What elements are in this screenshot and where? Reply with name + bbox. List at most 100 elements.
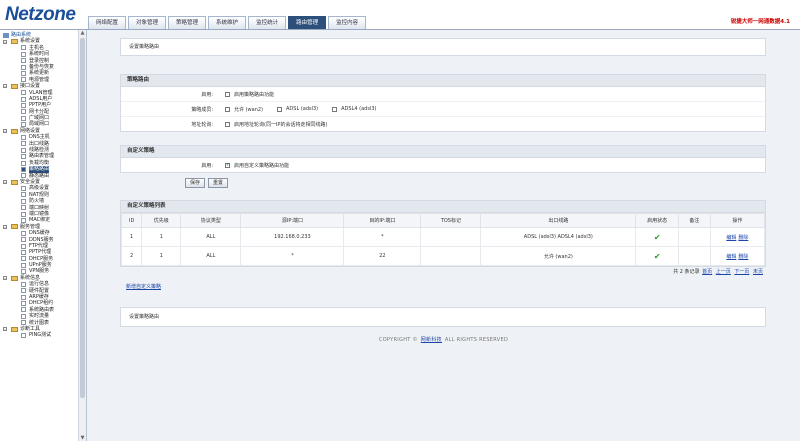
member-label-2: ADSL (adsl3) bbox=[286, 106, 319, 112]
member-checkbox-3[interactable] bbox=[332, 106, 338, 112]
cell-proto: ALL bbox=[180, 227, 242, 247]
cell-actions: 编辑 删除 bbox=[709, 246, 766, 266]
main-content: 设置策略路由 策略路由 启用: 启用策略路由功能 策略成员: 允许 (wan2)… bbox=[87, 30, 800, 441]
tab-network[interactable]: 网络配置 bbox=[88, 16, 127, 29]
policy-table: ID 优先级 协议类型 源IP:端口 目的IP:端口 TOS标记 出口线路 启用状态 备注 操作 … bbox=[120, 213, 766, 266]
scroll-thumb[interactable] bbox=[80, 38, 85, 398]
cell-dst: 22 bbox=[343, 246, 422, 266]
cell-line: ADSL (adsl3) ADSL4 (adsl3) bbox=[480, 227, 637, 247]
page-icon bbox=[21, 134, 26, 140]
delete-link[interactable]: 删除 bbox=[738, 254, 748, 260]
edit-link[interactable]: 编辑 bbox=[726, 235, 736, 241]
tab-monitor-content[interactable]: 监控内容 bbox=[328, 16, 367, 29]
check-icon[interactable]: ✔ bbox=[654, 252, 661, 261]
pager-last[interactable]: 末页 bbox=[753, 269, 763, 275]
policy-list-header: 自定义策略列表 bbox=[121, 201, 765, 213]
edit-link[interactable]: 编辑 bbox=[726, 254, 736, 260]
policy-route-panel: 策略路由 启用: 启用策略路由功能 策略成员: 允许 (wan2) ADSL (… bbox=[120, 74, 766, 132]
collapse-icon[interactable]: - bbox=[3, 180, 7, 185]
cell-src: * bbox=[240, 246, 345, 266]
scroll-up-icon[interactable]: ▲ bbox=[80, 30, 85, 36]
cell-status: ✔ bbox=[635, 227, 680, 247]
page-icon bbox=[21, 192, 26, 198]
column-header: 源IP:端口 bbox=[240, 213, 345, 228]
pager-prev[interactable]: 上一页 bbox=[716, 269, 731, 275]
header: Netzone 网络配置 对象管理 策略管理 系统维护 监控统计 路由管理 监控… bbox=[0, 0, 800, 30]
page-icon bbox=[21, 154, 26, 160]
pager-next[interactable]: 下一页 bbox=[734, 269, 749, 275]
member-label-3: ADSL4 (adsl3) bbox=[341, 106, 377, 112]
cell-prio: 1 bbox=[141, 246, 182, 266]
collapse-icon[interactable]: - bbox=[3, 327, 7, 332]
page-icon bbox=[21, 281, 26, 287]
collapse-icon[interactable]: - bbox=[3, 224, 7, 229]
page-icon bbox=[21, 333, 26, 339]
page-icon bbox=[21, 301, 26, 307]
scroll-down-icon[interactable]: ▼ bbox=[80, 435, 85, 441]
tab-maintenance[interactable]: 系统维护 bbox=[208, 16, 247, 29]
folder-icon bbox=[11, 179, 18, 185]
bottom-title: 设置策略路由 bbox=[129, 314, 160, 320]
collapse-icon[interactable]: - bbox=[3, 276, 7, 281]
form-buttons: 保存 重置 bbox=[185, 178, 229, 188]
page-title: 设置策略路由 bbox=[129, 44, 160, 50]
copyright: COPYRIGHT © 网新科技 ALL RIGHTS RESERVED bbox=[87, 336, 800, 343]
addr-poll-checkbox[interactable] bbox=[225, 121, 230, 127]
addr-poll-text: 启用地址轮询(同一IP的会话将走相同线路) bbox=[234, 121, 328, 128]
column-header: 协议类型 bbox=[180, 213, 242, 228]
pager-summary: 共 2 条记录 bbox=[673, 269, 700, 275]
copyright-link[interactable]: 网新科技 bbox=[421, 337, 442, 343]
column-header: 目的IP:端口 bbox=[343, 213, 422, 228]
page-icon bbox=[21, 45, 26, 51]
collapse-icon[interactable]: - bbox=[3, 129, 7, 134]
cell-tos bbox=[420, 246, 482, 266]
enable-policy-checkbox[interactable] bbox=[225, 91, 230, 97]
custom-enable-label: 启用: bbox=[201, 162, 213, 169]
member-checkbox-2[interactable] bbox=[277, 106, 282, 112]
save-button[interactable]: 保存 bbox=[185, 178, 206, 188]
cell-tos bbox=[420, 227, 482, 247]
folder-icon bbox=[11, 39, 18, 45]
collapse-icon[interactable]: - bbox=[3, 39, 7, 44]
copyright-prefix: COPYRIGHT © bbox=[378, 337, 418, 343]
page-icon bbox=[21, 166, 26, 172]
pager-first[interactable]: 首页 bbox=[702, 269, 712, 275]
page-icon bbox=[21, 218, 26, 224]
page-icon bbox=[21, 147, 26, 153]
tab-routing[interactable]: 路由管理 bbox=[288, 16, 327, 29]
member-label-1: 允许 (wan2) bbox=[234, 106, 263, 113]
cell-status: ✔ bbox=[635, 246, 680, 266]
enable-custom-checkbox[interactable]: ✓ bbox=[225, 162, 230, 168]
page-icon bbox=[21, 115, 26, 121]
addr-label: 地址轮询: bbox=[191, 121, 213, 128]
delete-link[interactable]: 删除 bbox=[738, 235, 748, 241]
member-checkbox-1[interactable] bbox=[225, 106, 230, 112]
collapse-icon[interactable]: - bbox=[3, 84, 7, 89]
cell-note bbox=[678, 246, 711, 266]
policy-route-header: 策略路由 bbox=[121, 75, 765, 87]
sidebar: 路由系统 - 系统设置 主机名 系统时间 登录控制 备份与恢复 系统更新 电源管理 - 接口设置 V… bbox=[0, 30, 87, 441]
page-icon bbox=[21, 141, 26, 147]
sidebar-scrollbar[interactable]: ▲ ▼ bbox=[78, 30, 86, 441]
nav-tree: 路由系统 - 系统设置 主机名 系统时间 登录控制 备份与恢复 系统更新 电源管理 - 接口设置 V… bbox=[3, 32, 78, 339]
sidebar-item[interactable]: PING测试 bbox=[3, 332, 78, 338]
tab-monitor-stats[interactable]: 监控统计 bbox=[248, 16, 287, 29]
column-header: 备注 bbox=[678, 213, 711, 228]
add-policy-link[interactable]: 新增自定义策略 bbox=[126, 283, 161, 290]
column-header: ID bbox=[120, 213, 143, 228]
tab-policy[interactable]: 策略管理 bbox=[168, 16, 207, 29]
page-title-box: 设置策略路由 bbox=[120, 38, 766, 56]
page-icon bbox=[21, 71, 26, 77]
reset-button[interactable]: 重置 bbox=[208, 178, 229, 188]
cell-id: 2 bbox=[120, 246, 143, 266]
page-icon bbox=[21, 160, 26, 166]
copyright-suffix: ALL RIGHTS RESERVED bbox=[444, 337, 509, 343]
check-icon[interactable]: ✔ bbox=[654, 233, 661, 242]
page-icon bbox=[21, 288, 26, 294]
page-icon bbox=[21, 90, 26, 96]
tab-objects[interactable]: 对象管理 bbox=[128, 16, 167, 29]
column-header: 操作 bbox=[709, 213, 766, 228]
page-icon bbox=[21, 320, 26, 326]
folder-icon bbox=[11, 326, 18, 332]
bottom-title-box: 设置策略路由 bbox=[120, 307, 766, 327]
